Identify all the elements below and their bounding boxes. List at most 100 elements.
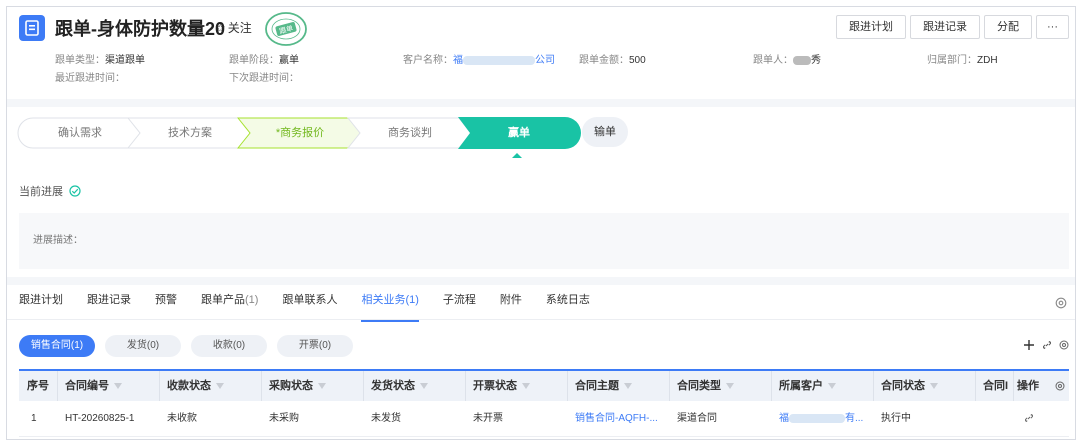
tab-count: (1) bbox=[405, 294, 419, 306]
tab-contacts[interactable]: 跟单联系人 bbox=[282, 285, 337, 319]
detail-header: 跟单-身体防护数量20 ☆ 关注 跟单 跟进计划 跟进记录 分配 ··· 跟单类… bbox=[7, 7, 1075, 99]
follow-plan-button[interactable]: 跟进计划 bbox=[836, 15, 906, 39]
column-label: 采购状态 bbox=[269, 380, 313, 392]
column-divider bbox=[465, 371, 466, 401]
stage-confirm-needs[interactable]: 确认需求 bbox=[17, 117, 143, 149]
cell-contract-status: 执行中 bbox=[881, 413, 911, 424]
tab-label: 跟单产品 bbox=[201, 294, 245, 306]
column-divider bbox=[567, 371, 568, 401]
progress-panel: 当前进展 进展描述： bbox=[7, 173, 1075, 277]
subtab-payment[interactable]: 收款(0) bbox=[191, 335, 267, 357]
follow-record-button[interactable]: 跟进记录 bbox=[910, 15, 980, 39]
column-divider bbox=[975, 371, 976, 401]
column-header-contract-status[interactable]: 合同状态 bbox=[881, 371, 938, 401]
meta-type-value: 渠道跟单 bbox=[105, 55, 145, 66]
progress-desc-label: 进展描述： bbox=[33, 235, 83, 246]
customer-prefix: 福 bbox=[779, 413, 789, 424]
meta-owner: 跟单人： 秀 bbox=[753, 51, 821, 66]
stamp-text: 跟单 bbox=[278, 23, 294, 35]
plus-icon[interactable] bbox=[1023, 339, 1035, 351]
column-header-payment-status[interactable]: 收款状态 bbox=[167, 371, 224, 401]
tab-related-business[interactable]: 相关业务(1) bbox=[361, 285, 420, 322]
column-header-purchase-status[interactable]: 采购状态 bbox=[269, 371, 326, 401]
customer-suffix: 有... bbox=[845, 413, 864, 424]
settings-icon[interactable] bbox=[1059, 340, 1069, 350]
filter-icon[interactable] bbox=[930, 383, 938, 390]
progress-label: 当前进展 bbox=[19, 186, 63, 198]
filter-icon[interactable] bbox=[624, 383, 632, 390]
subtab-sales-contract[interactable]: 销售合同(1) bbox=[19, 335, 95, 357]
column-header-invoice-status[interactable]: 开票状态 bbox=[473, 371, 530, 401]
stage-negotiation[interactable]: 商务谈判 bbox=[347, 117, 473, 149]
tab-label: 子流程 bbox=[442, 294, 476, 306]
column-divider bbox=[363, 371, 364, 401]
meta-last-follow: 最近跟进时间： bbox=[55, 73, 125, 84]
column-label: 所属客户 bbox=[779, 380, 823, 392]
tab-label: 相关业务 bbox=[361, 294, 406, 306]
meta-amount: 跟单金额：500 bbox=[579, 51, 646, 66]
cell-customer-link[interactable]: 福 有... bbox=[779, 401, 863, 437]
tab-follow-record[interactable]: 跟进记录 bbox=[87, 285, 131, 319]
link-icon[interactable] bbox=[1023, 412, 1035, 424]
column-label: 合同状态 bbox=[881, 380, 925, 392]
filter-icon[interactable] bbox=[828, 383, 836, 390]
assign-button[interactable]: 分配 bbox=[984, 15, 1032, 39]
table-row[interactable]: 1 HT-20260825-1 未收款 未采购 未发货 未开票 销售合同-AQF… bbox=[19, 401, 1069, 437]
stage-won[interactable]: 赢单 bbox=[457, 117, 581, 149]
cell-invoice-status: 未开票 bbox=[473, 413, 503, 424]
tab-warning[interactable]: 预警 bbox=[155, 285, 177, 319]
star-icon: ☆ bbox=[215, 20, 226, 35]
subtab-delivery[interactable]: 发货(0) bbox=[105, 335, 181, 357]
filter-icon[interactable] bbox=[522, 383, 530, 390]
meta-stage-value: 赢单 bbox=[279, 55, 299, 66]
stage-quotation[interactable]: *商务报价 bbox=[237, 117, 363, 149]
meta-dept-label: 归属部门： bbox=[927, 55, 977, 66]
filter-icon[interactable] bbox=[726, 383, 734, 390]
filter-icon[interactable] bbox=[216, 383, 224, 390]
tab-follow-plan[interactable]: 跟进计划 bbox=[19, 285, 63, 319]
tab-system-log[interactable]: 系统日志 bbox=[546, 285, 590, 319]
stage-tech-plan[interactable]: 技术方案 bbox=[127, 117, 253, 149]
meta-stage-label: 跟单阶段： bbox=[229, 55, 279, 66]
meta-customer: 客户名称：福 公司 bbox=[403, 51, 555, 66]
check-circle-icon bbox=[69, 185, 81, 197]
column-header-contract-type[interactable]: 合同类型 bbox=[677, 371, 734, 401]
column-header-index: 序号 bbox=[27, 371, 49, 401]
filter-icon[interactable] bbox=[318, 383, 326, 390]
meta-customer-prefix[interactable]: 福 bbox=[453, 55, 463, 66]
meta-customer-suffix[interactable]: 公司 bbox=[535, 55, 555, 66]
lose-button[interactable]: 输单 bbox=[582, 117, 628, 147]
follow-button[interactable]: ☆ 关注 bbox=[215, 19, 252, 36]
column-header-contract-truncated[interactable]: 合同I bbox=[983, 371, 1008, 401]
column-label: 收款状态 bbox=[167, 380, 211, 392]
subtab-invoice[interactable]: 开票(0) bbox=[277, 335, 353, 357]
redacted-block bbox=[789, 413, 845, 423]
tab-attachments[interactable]: 附件 bbox=[500, 285, 522, 319]
filter-icon[interactable] bbox=[420, 383, 428, 390]
tab-products[interactable]: 跟单产品(1) bbox=[201, 285, 258, 319]
progress-description[interactable]: 进展描述： bbox=[19, 213, 1069, 269]
cell-subject-link[interactable]: 销售合同-AQFH-... bbox=[575, 401, 658, 437]
column-header-contract-no[interactable]: 合同编号 bbox=[65, 371, 122, 401]
column-divider bbox=[771, 371, 772, 401]
tab-subflow[interactable]: 子流程 bbox=[443, 285, 476, 319]
column-divider bbox=[1013, 371, 1014, 401]
column-header-delivery-status[interactable]: 发货状态 bbox=[371, 371, 428, 401]
redacted-block bbox=[463, 55, 535, 65]
column-label: 操作 bbox=[1017, 380, 1039, 392]
cell-index: 1 bbox=[31, 413, 37, 424]
meta-next-follow: 下次跟进时间： bbox=[229, 73, 299, 84]
meta-owner-label: 跟单人： bbox=[753, 55, 793, 66]
more-button[interactable]: ··· bbox=[1036, 15, 1069, 39]
column-settings-icon[interactable] bbox=[1055, 381, 1065, 391]
settings-icon[interactable] bbox=[1055, 297, 1067, 312]
meta-dept: 归属部门：ZDH bbox=[927, 51, 998, 66]
tab-label: 系统日志 bbox=[545, 294, 590, 306]
subtab-group: 销售合同(1) 发货(0) 收款(0) 开票(0) bbox=[19, 335, 353, 357]
cell-contract-no: HT-20260825-1 bbox=[65, 413, 135, 424]
column-header-subject[interactable]: 合同主题 bbox=[575, 371, 632, 401]
cell-delivery-status: 未发货 bbox=[371, 413, 401, 424]
link-icon[interactable] bbox=[1041, 339, 1053, 351]
filter-icon[interactable] bbox=[114, 383, 122, 390]
column-header-customer[interactable]: 所属客户 bbox=[779, 371, 836, 401]
